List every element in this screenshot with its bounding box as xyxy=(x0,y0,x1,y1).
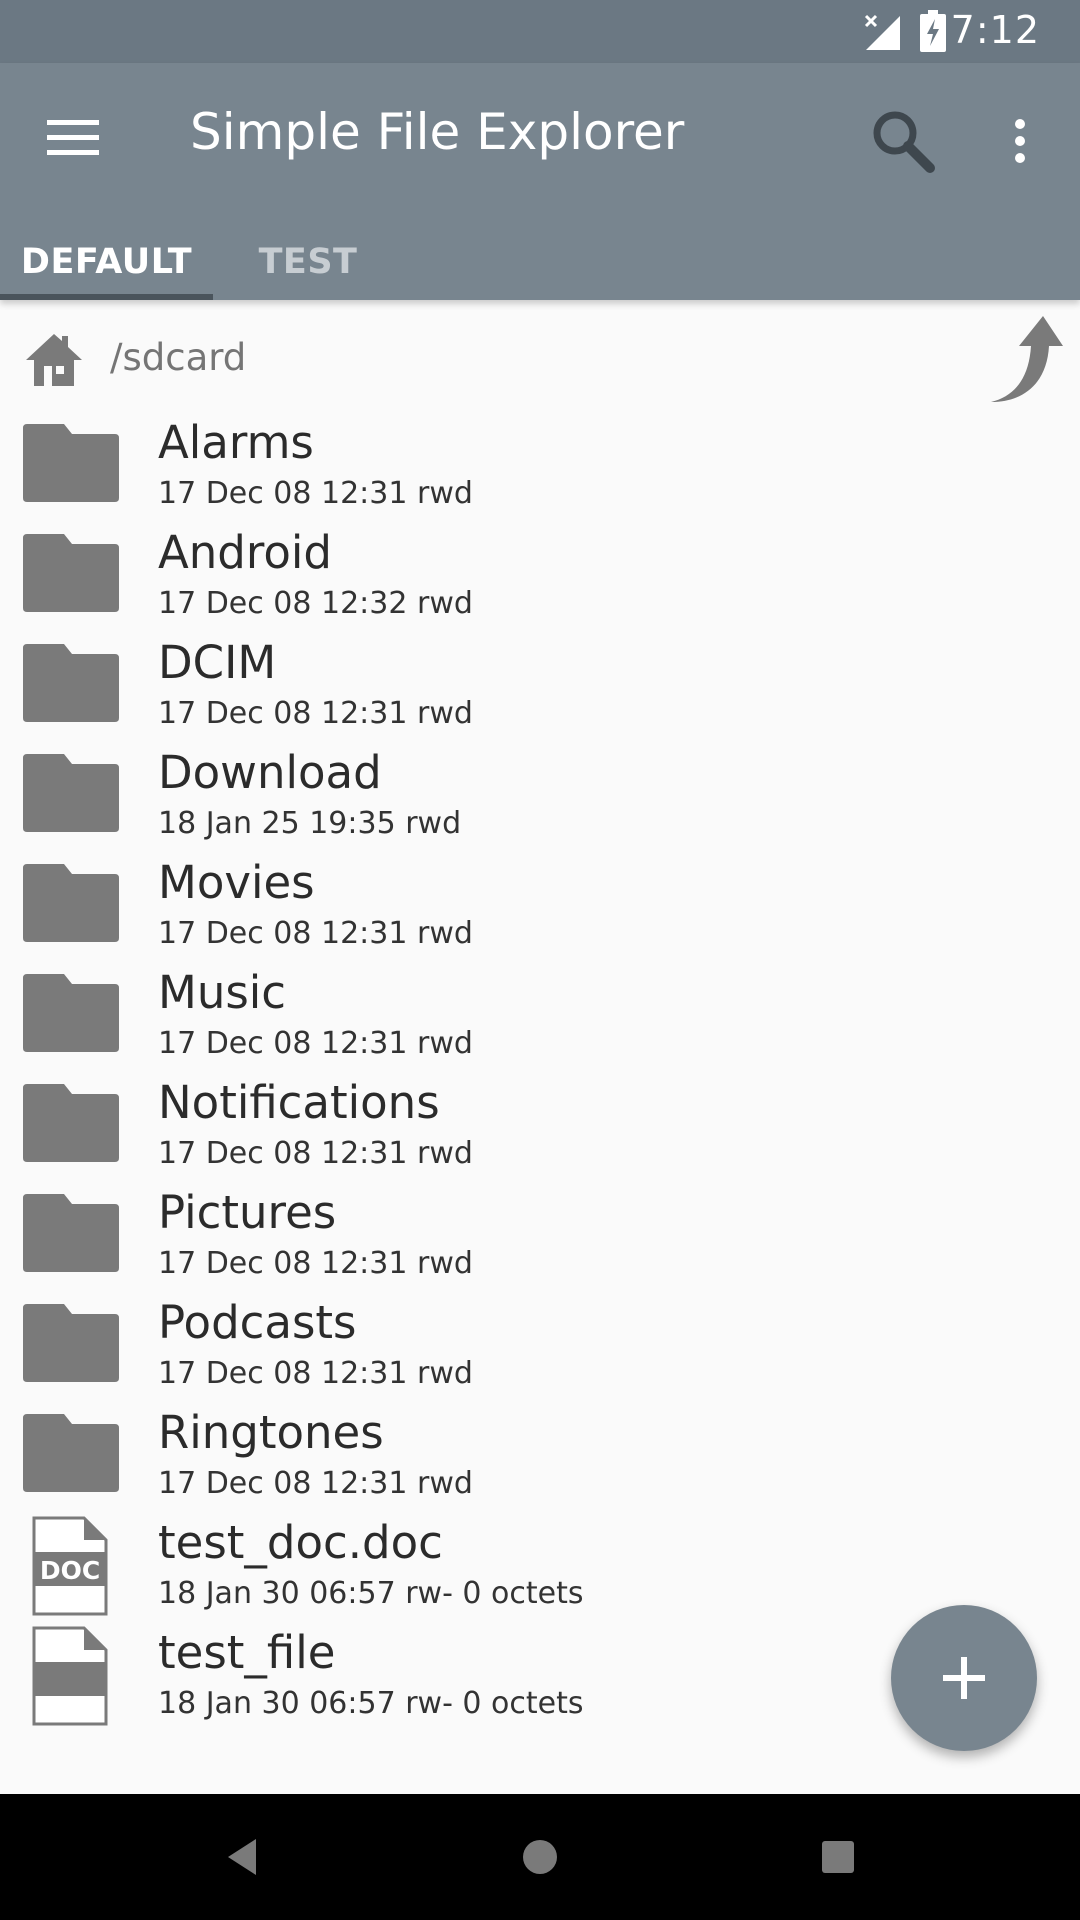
battery-charging-icon xyxy=(920,10,946,52)
file-meta: 17 Dec 08 12:31 rwd xyxy=(158,476,473,511)
current-path: /sdcard xyxy=(110,336,247,379)
file-meta: 18 Jan 30 06:57 rw- 0 octets xyxy=(158,1686,584,1721)
more-options-button[interactable] xyxy=(975,93,1065,188)
tab-test[interactable]: TEST xyxy=(213,223,403,300)
back-icon xyxy=(228,1839,256,1875)
list-item[interactable]: Alarms 17 Dec 08 12:31 rwd xyxy=(0,412,1080,522)
back-button[interactable] xyxy=(192,1817,292,1897)
folder-icon xyxy=(23,424,119,502)
file-meta: 18 Jan 30 06:57 rw- 0 octets xyxy=(158,1576,584,1611)
file-name: Android xyxy=(158,526,332,579)
more-vert-icon xyxy=(1015,118,1025,163)
folder-icon xyxy=(23,754,119,832)
file-name: test_file xyxy=(158,1626,336,1679)
file-meta: 17 Dec 08 12:31 rwd xyxy=(158,916,473,951)
list-item[interactable]: Ringtones 17 Dec 08 12:31 rwd xyxy=(0,1402,1080,1512)
file-name: Pictures xyxy=(158,1186,337,1239)
recents-button[interactable] xyxy=(788,1817,888,1897)
doc-file-icon: DOC xyxy=(32,1516,108,1616)
folder-icon xyxy=(23,1304,119,1382)
add-button[interactable] xyxy=(891,1605,1037,1751)
folder-icon xyxy=(23,644,119,722)
file-meta: 17 Dec 08 12:31 rwd xyxy=(158,1246,473,1281)
file-meta: 17 Dec 08 12:31 rwd xyxy=(158,1466,473,1501)
folder-icon xyxy=(23,974,119,1052)
file-name: Download xyxy=(158,746,382,799)
app-title: Simple File Explorer xyxy=(190,103,685,161)
home-circle-icon xyxy=(523,1840,557,1874)
tab-bar: DEFAULT TEST xyxy=(0,223,1080,300)
file-meta: 17 Dec 08 12:32 rwd xyxy=(158,586,473,621)
file-name: Podcasts xyxy=(158,1296,357,1349)
list-item[interactable]: Movies 17 Dec 08 12:31 rwd xyxy=(0,852,1080,962)
search-icon xyxy=(873,111,935,173)
file-meta: 17 Dec 08 12:31 rwd xyxy=(158,1356,473,1391)
list-item[interactable]: Music 17 Dec 08 12:31 rwd xyxy=(0,962,1080,1072)
file-name: Notifications xyxy=(158,1076,440,1129)
list-item[interactable]: Podcasts 17 Dec 08 12:31 rwd xyxy=(0,1292,1080,1402)
list-item[interactable]: Pictures 17 Dec 08 12:31 rwd xyxy=(0,1182,1080,1292)
folder-icon xyxy=(23,1194,119,1272)
file-meta: 18 Jan 25 19:35 rwd xyxy=(158,806,462,841)
file-name: DCIM xyxy=(158,636,277,689)
status-time: 7:12 xyxy=(950,8,1040,52)
folder-icon xyxy=(23,1414,119,1492)
list-item[interactable]: Notifications 17 Dec 08 12:31 rwd xyxy=(0,1072,1080,1182)
no-signal-icon xyxy=(864,14,900,50)
list-item[interactable]: Download 18 Jan 25 19:35 rwd xyxy=(0,742,1080,852)
path-bar: /sdcard xyxy=(0,300,1080,415)
app-bar: Simple File Explorer DEFAULT TEST xyxy=(0,63,1080,300)
recents-icon xyxy=(822,1841,854,1873)
file-list: Alarms 17 Dec 08 12:31 rwd Android 17 De… xyxy=(0,412,1080,1732)
menu-icon xyxy=(47,120,99,155)
status-bar: 7:12 xyxy=(0,0,1080,63)
file-name: test_doc.doc xyxy=(158,1516,443,1569)
file-meta: 17 Dec 08 12:31 rwd xyxy=(158,696,473,731)
folder-icon xyxy=(23,534,119,612)
home-icon[interactable] xyxy=(24,330,84,390)
file-meta: 17 Dec 08 12:31 rwd xyxy=(158,1026,473,1061)
doc-badge-label: DOC xyxy=(40,1556,100,1585)
file-name: Ringtones xyxy=(158,1406,384,1459)
list-item[interactable]: DOC test_doc.doc 18 Jan 30 06:57 rw- 0 o… xyxy=(0,1512,1080,1622)
file-meta: 17 Dec 08 12:31 rwd xyxy=(158,1136,473,1171)
folder-icon xyxy=(23,864,119,942)
navigation-bar xyxy=(0,1794,1080,1920)
plus-icon xyxy=(943,1657,985,1699)
file-name: Movies xyxy=(158,856,315,909)
list-item[interactable]: Android 17 Dec 08 12:32 rwd xyxy=(0,522,1080,632)
search-button[interactable] xyxy=(855,93,950,188)
go-up-icon[interactable] xyxy=(985,310,1065,410)
list-item[interactable]: DCIM 17 Dec 08 12:31 rwd xyxy=(0,632,1080,742)
home-button[interactable] xyxy=(490,1817,590,1897)
file-icon xyxy=(32,1626,108,1726)
menu-button[interactable] xyxy=(28,93,118,183)
folder-icon xyxy=(23,1084,119,1162)
file-name: Music xyxy=(158,966,287,1019)
file-name: Alarms xyxy=(158,416,314,469)
tab-default[interactable]: DEFAULT xyxy=(0,223,213,300)
